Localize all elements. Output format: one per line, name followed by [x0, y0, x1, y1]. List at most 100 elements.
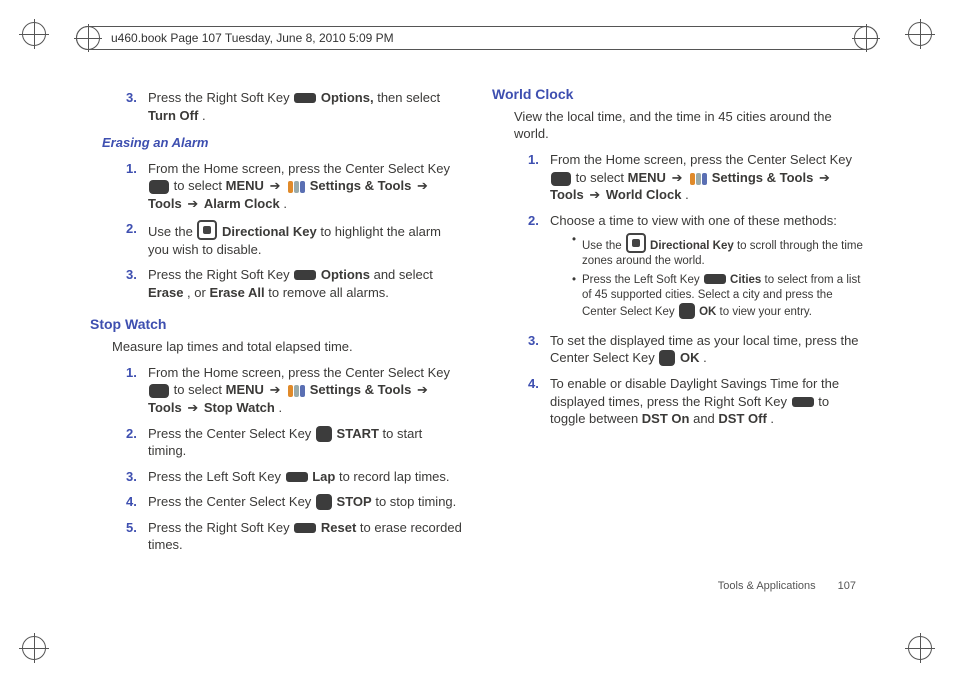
center-select-key-icon: [149, 180, 169, 194]
text: Press the Center Select Key: [148, 494, 315, 509]
crop-mark-icon: [908, 636, 932, 660]
directional-key-icon: [197, 220, 217, 240]
label: Tools: [148, 196, 182, 211]
bullet-item: Use the Directional Key to scroll throug…: [572, 231, 864, 271]
soft-key-icon: [792, 397, 814, 407]
text: .: [283, 196, 287, 211]
text: Press the Right Soft Key: [148, 267, 293, 282]
step-item: Use the Directional Key to highlight the…: [126, 216, 462, 262]
sub-bullets: Use the Directional Key to scroll throug…: [572, 231, 864, 322]
label: Alarm Clock: [204, 196, 280, 211]
label: MENU: [226, 382, 264, 397]
center-select-key-icon: [551, 172, 571, 186]
step-item: Press the Left Soft Key Lap to record la…: [126, 464, 462, 490]
text: to view your entry.: [720, 306, 812, 318]
text: .: [685, 187, 689, 202]
label: OK: [680, 350, 700, 365]
label: MENU: [226, 178, 264, 193]
label: DST Off: [718, 411, 766, 426]
text: Press the Center Select Key: [148, 426, 315, 441]
running-header: u460.book Page 107 Tuesday, June 8, 2010…: [76, 26, 878, 50]
label: Tools: [148, 400, 182, 415]
label: MENU: [628, 170, 666, 185]
step-item: Press the Center Select Key STOP to stop…: [126, 489, 462, 515]
subheading-erasing-alarm: Erasing an Alarm: [102, 134, 462, 152]
arrow-icon: ➔: [415, 178, 430, 193]
label: DST On: [642, 411, 690, 426]
center-select-key-icon: [659, 350, 675, 366]
label: OK: [699, 306, 716, 318]
lead-text: Measure lap times and total elapsed time…: [112, 338, 462, 356]
text: .: [202, 108, 206, 123]
crop-mark-icon: [908, 22, 932, 46]
arrow-icon: ➔: [268, 382, 287, 397]
arrow-icon: ➔: [185, 400, 204, 415]
arrow-icon: ➔: [817, 170, 832, 185]
center-select-key-icon: [316, 426, 332, 442]
text: Use the: [582, 240, 625, 252]
text: Choose a time to view with one of these …: [550, 213, 837, 228]
step-item: From the Home screen, press the Center S…: [528, 147, 864, 208]
column-left: Press the Right Soft Key Options, then s…: [90, 85, 462, 582]
step-item: From the Home screen, press the Center S…: [126, 360, 462, 421]
label: Lap: [312, 469, 335, 484]
label: START: [337, 426, 379, 441]
step-item: Choose a time to view with one of these …: [528, 208, 864, 328]
crop-mark-icon: [854, 26, 878, 50]
label: Settings & Tools: [310, 382, 412, 397]
arrow-icon: ➔: [670, 170, 689, 185]
text: Use the: [148, 224, 196, 239]
text: , or: [187, 285, 209, 300]
text: From the Home screen, press the Center S…: [550, 152, 852, 167]
text: and select: [374, 267, 433, 282]
soft-key-icon: [286, 472, 308, 482]
footer-section: Tools & Applications: [718, 579, 816, 594]
label: Erase All: [209, 285, 264, 300]
text: From the Home screen, press the Center S…: [148, 365, 450, 380]
soft-key-icon: [294, 93, 316, 103]
soft-key-icon: [294, 270, 316, 280]
step-item: To enable or disable Daylight Savings Ti…: [528, 371, 864, 432]
arrow-icon: ➔: [268, 178, 287, 193]
label: Settings & Tools: [310, 178, 412, 193]
text: Press the Right Soft Key: [148, 90, 293, 105]
center-select-key-icon: [149, 384, 169, 398]
settings-tools-icon: [287, 384, 305, 398]
text: then select: [377, 90, 440, 105]
label: Reset: [321, 520, 356, 535]
settings-tools-icon: [689, 172, 707, 186]
step-item: Press the Center Select Key START to sta…: [126, 421, 462, 464]
text: to select: [576, 170, 628, 185]
text: .: [703, 350, 707, 365]
text: Press the Left Soft Key: [582, 274, 703, 286]
label: Cities: [730, 274, 761, 286]
soft-key-icon: [704, 274, 726, 284]
crop-mark-icon: [22, 636, 46, 660]
steps-world-clock: From the Home screen, press the Center S…: [528, 147, 864, 432]
label: Directional Key: [222, 224, 317, 239]
center-select-key-icon: [679, 303, 695, 319]
arrow-icon: ➔: [185, 196, 204, 211]
center-select-key-icon: [316, 494, 332, 510]
step-item: Press the Right Soft Key Reset to erase …: [126, 515, 462, 558]
column-right: World Clock View the local time, and the…: [492, 85, 864, 582]
step-item: To set the displayed time as your local …: [528, 328, 864, 371]
label: Directional Key: [650, 240, 734, 252]
text: to select: [174, 178, 226, 193]
label: Erase: [148, 285, 183, 300]
lead-text: View the local time, and the time in 45 …: [514, 108, 864, 143]
step-item: Press the Right Soft Key Options, then s…: [126, 85, 462, 128]
label: Tools: [550, 187, 584, 202]
arrow-icon: ➔: [587, 187, 606, 202]
text: to remove all alarms.: [268, 285, 389, 300]
step-item: Press the Right Soft Key Options and sel…: [126, 262, 462, 305]
text: to record lap times.: [339, 469, 450, 484]
footer-page-number: 107: [838, 579, 856, 594]
label: Options: [321, 267, 370, 282]
steps-stop-watch: From the Home screen, press the Center S…: [126, 360, 462, 558]
heading-world-clock: World Clock: [492, 85, 864, 104]
text: .: [770, 411, 774, 426]
text: to select: [174, 382, 226, 397]
label: Turn Off: [148, 108, 198, 123]
steps-continued: Press the Right Soft Key Options, then s…: [126, 85, 462, 128]
